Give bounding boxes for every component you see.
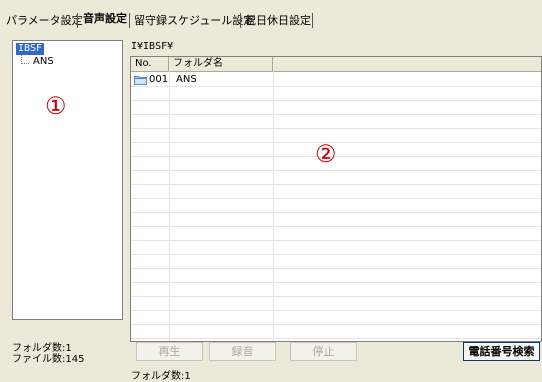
grid-line [131, 198, 541, 199]
grid-line [273, 71, 274, 341]
grid-line [131, 338, 541, 339]
tab-bar: パラメータ設定 音声設定 留守録スケジュール設定 祝日休日設定 [0, 0, 542, 36]
grid-line [131, 282, 541, 283]
folder-icon [134, 76, 147, 85]
grid-line [131, 268, 541, 269]
list-item[interactable]: 001 ANS [131, 73, 541, 86]
grid-line [131, 310, 541, 311]
column-header-folder-name[interactable]: フォルダ名 [169, 57, 273, 71]
folder-count: フォルダ数:1 [12, 343, 72, 354]
grid-line [131, 296, 541, 297]
grid-line [131, 254, 541, 255]
tab-separator [240, 13, 241, 28]
tab-separator [312, 13, 313, 28]
grid-line [131, 128, 541, 129]
list-status: フォルダ数:1 [131, 371, 191, 382]
tab-voicemail-schedule[interactable]: 留守録スケジュール設定 [131, 12, 257, 30]
tree-node-root[interactable]: IBSF [16, 43, 45, 55]
grid-line [131, 100, 541, 101]
phone-number-search-button[interactable]: 電話番号検索 [463, 342, 540, 361]
tab-parameter-settings[interactable]: パラメータ設定 [3, 12, 86, 30]
list-header: No. フォルダ名 [131, 57, 541, 72]
tab-separator [129, 13, 130, 28]
annotation-marker-1: ① [45, 92, 67, 120]
tab-audio-settings[interactable]: 音声設定 [80, 10, 130, 28]
file-count: ファイル数:145 [12, 354, 85, 365]
annotation-marker-2: ② [315, 140, 337, 168]
tab-holiday-settings[interactable]: 祝日休日設定 [242, 12, 314, 30]
tree-connector [21, 63, 29, 64]
tree-node-ans[interactable]: ANS [33, 56, 54, 68]
list-item-name: ANS [176, 74, 197, 85]
stop-button[interactable]: 停止 [290, 342, 357, 361]
grid-line [131, 184, 541, 185]
column-header-no[interactable]: No. [131, 57, 169, 71]
folder-tree[interactable]: IBSF ANS ① [12, 40, 123, 320]
folder-list[interactable]: No. フォルダ名 001 ANS ② [130, 56, 542, 342]
grid-line [131, 324, 541, 325]
grid-line [169, 71, 170, 341]
tree-status: フォルダ数:1 ファイル数:145 [12, 343, 84, 365]
grid-line [131, 240, 541, 241]
grid-line [131, 212, 541, 213]
grid-line [131, 114, 541, 115]
grid-line [131, 170, 541, 171]
grid-line [131, 226, 541, 227]
play-button[interactable]: 再生 [136, 342, 203, 361]
grid-line [131, 86, 541, 87]
current-path: I¥IBSF¥ [131, 41, 174, 52]
record-button[interactable]: 録音 [209, 342, 276, 361]
tab-separator [77, 13, 78, 28]
list-item-number: 001 [149, 74, 169, 85]
